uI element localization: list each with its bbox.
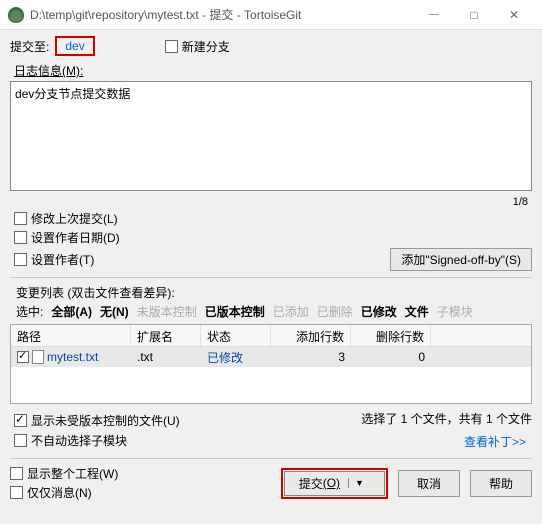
titlebar: D:\temp\git\repository\mytest.txt - 提交 -… <box>0 0 542 30</box>
show-unversioned-checkbox[interactable] <box>14 414 27 427</box>
filter-submodules[interactable]: 子模块 <box>437 303 473 320</box>
window-title: D:\temp\git\repository\mytest.txt - 提交 -… <box>30 6 414 23</box>
commit-button-highlight: 提交(O) ▼ <box>281 468 388 499</box>
file-ext: .txt <box>131 348 201 366</box>
filter-deleted[interactable]: 已删除 <box>317 303 353 320</box>
filter-all[interactable]: 全部(A) <box>51 303 92 320</box>
col-ext[interactable]: 扩展名 <box>131 325 201 346</box>
commit-button-key: (O) <box>323 476 340 490</box>
log-message-label: 日志信息(M): <box>14 62 532 79</box>
file-del: 0 <box>351 348 431 366</box>
selection-status: 选择了 1 个文件，共有 1 个文件 <box>361 410 532 427</box>
show-whole-label: 显示整个工程(W) <box>27 465 118 482</box>
dialog-content: 提交至: dev 新建分支 日志信息(M): 1/8 修改上次提交(L) 设置作… <box>0 30 542 524</box>
table-header: 路径 扩展名 状态 添加行数 删除行数 <box>11 325 531 347</box>
msg-only-checkbox[interactable] <box>10 486 23 499</box>
commit-message-input[interactable] <box>10 81 532 191</box>
col-add[interactable]: 添加行数 <box>271 325 351 346</box>
signed-off-button[interactable]: 添加"Signed-off-by"(S) <box>390 248 532 271</box>
author-checkbox[interactable] <box>14 253 27 266</box>
commit-dropdown-icon[interactable]: ▼ <box>348 478 370 488</box>
col-path[interactable]: 路径 <box>11 325 131 346</box>
show-whole-checkbox[interactable] <box>10 467 23 480</box>
amend-label: 修改上次提交(L) <box>31 210 118 227</box>
message-counter: 1/8 <box>10 196 528 208</box>
cancel-button[interactable]: 取消 <box>398 470 460 497</box>
app-icon <box>8 7 24 23</box>
new-branch-checkbox[interactable] <box>165 40 178 53</box>
filter-modified[interactable]: 已修改 <box>361 303 397 320</box>
author-label: 设置作者(T) <box>31 251 94 268</box>
file-add: 3 <box>271 348 351 366</box>
author-date-checkbox[interactable] <box>14 231 27 244</box>
col-status[interactable]: 状态 <box>201 325 271 346</box>
commit-button[interactable]: 提交(O) ▼ <box>284 471 385 496</box>
view-patch-link[interactable]: 查看补丁>> <box>464 433 526 450</box>
file-status: 已修改 <box>201 347 271 368</box>
filter-added[interactable]: 已添加 <box>273 303 309 320</box>
maximize-button[interactable] <box>454 1 494 29</box>
col-del[interactable]: 删除行数 <box>351 325 431 346</box>
filter-none[interactable]: 无(N) <box>100 303 129 320</box>
filter-label: 选中: <box>16 303 43 320</box>
filter-versioned[interactable]: 已版本控制 <box>205 303 265 320</box>
file-icon <box>32 350 44 364</box>
file-checkbox[interactable] <box>17 351 29 363</box>
changes-label: 变更列表 (双击文件查看差异): <box>16 284 532 301</box>
author-date-label: 设置作者日期(D) <box>31 229 120 246</box>
no-auto-submodule-label: 不自动选择子模块 <box>31 432 127 449</box>
msg-only-label: 仅仅消息(N) <box>27 484 92 501</box>
file-table: 路径 扩展名 状态 添加行数 删除行数 mytest.txt .txt 已修改 … <box>10 324 532 404</box>
amend-checkbox[interactable] <box>14 212 27 225</box>
help-button[interactable]: 帮助 <box>470 470 532 497</box>
divider <box>10 277 532 278</box>
minimize-button[interactable] <box>414 1 454 29</box>
table-row[interactable]: mytest.txt .txt 已修改 3 0 <box>11 347 531 367</box>
divider-2 <box>10 458 532 459</box>
new-branch-label: 新建分支 <box>182 38 230 55</box>
window-controls <box>414 1 534 29</box>
filter-unversioned[interactable]: 未版本控制 <box>137 303 197 320</box>
file-path[interactable]: mytest.txt <box>47 350 98 364</box>
close-button[interactable] <box>494 1 534 29</box>
branch-name[interactable]: dev <box>55 36 94 56</box>
commit-button-text: 提交 <box>299 475 323 492</box>
show-unversioned-label: 显示未受版本控制的文件(U) <box>31 412 180 429</box>
no-auto-submodule-checkbox[interactable] <box>14 434 27 447</box>
filter-row: 选中: 全部(A) 无(N) 未版本控制 已版本控制 已添加 已删除 已修改 文… <box>16 303 532 320</box>
commit-to-label: 提交至: <box>10 38 49 55</box>
filter-files[interactable]: 文件 <box>405 303 429 320</box>
